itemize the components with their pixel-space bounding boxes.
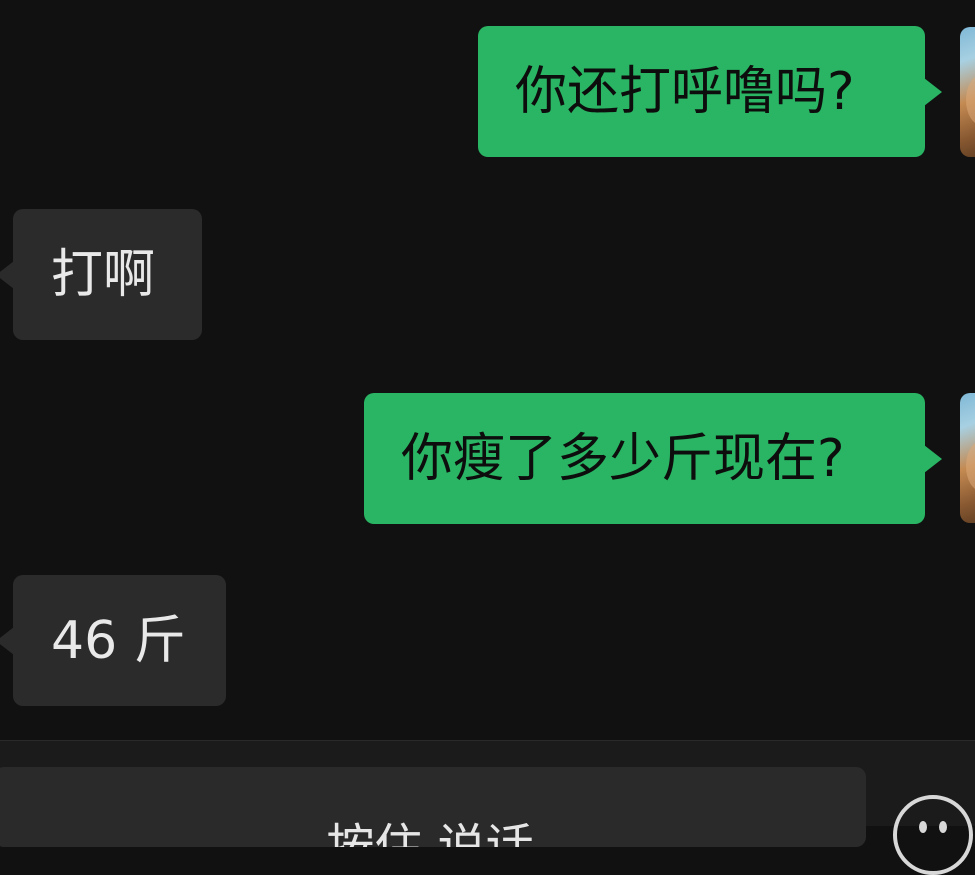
message-text: 打啊	[51, 244, 156, 305]
hold-to-talk-button[interactable]: 按住 说话	[0, 767, 866, 847]
message-text: 你还打呼噜吗?	[515, 61, 855, 122]
hold-to-talk-label: 按住 说话	[326, 819, 534, 847]
emoji-icon[interactable]	[893, 795, 973, 875]
message-text: 46 斤	[51, 610, 186, 671]
outgoing-message-bubble[interactable]: 你还打呼噜吗?	[478, 26, 942, 157]
bubble-tail	[0, 626, 14, 655]
outgoing-message-bubble[interactable]: 你瘦了多少斤现在?	[364, 393, 942, 524]
bubble-tail	[924, 444, 942, 473]
incoming-message-bubble[interactable]: 打啊	[0, 209, 202, 340]
emoji-eye	[939, 821, 947, 833]
emoji-eye	[919, 821, 927, 833]
my-avatar[interactable]	[960, 27, 975, 157]
bubble-tail	[0, 260, 14, 289]
incoming-message-bubble[interactable]: 46 斤	[0, 575, 226, 706]
message-text: 你瘦了多少斤现在?	[401, 428, 845, 489]
my-avatar[interactable]	[960, 393, 975, 523]
chat-input-bar: 按住 说话	[0, 740, 975, 847]
bubble-tail	[924, 77, 942, 106]
chat-message-area[interactable]: 你还打呼噜吗? 打啊 你瘦了多少斤现在? 46 斤	[0, 0, 975, 740]
